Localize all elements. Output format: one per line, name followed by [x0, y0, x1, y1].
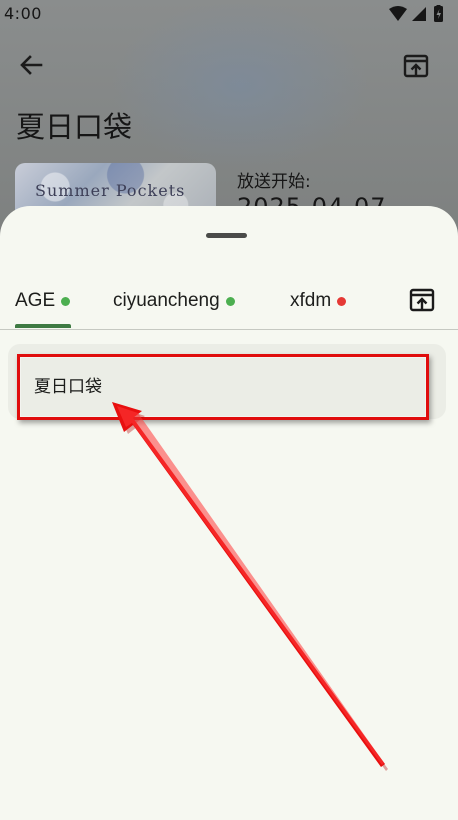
status-dot-icon	[61, 296, 71, 306]
broadcast-start-label: 放送开始:	[237, 172, 311, 192]
source-tabs: AGE ciyuancheng xfdm	[0, 272, 458, 330]
tabs-divider	[0, 329, 458, 330]
signal-icon	[412, 7, 426, 21]
tab-ciyuancheng[interactable]: ciyuancheng	[113, 272, 235, 330]
battery-icon	[434, 5, 443, 22]
tab-label: AGE	[15, 290, 56, 311]
tab-label: ciyuancheng	[113, 290, 220, 311]
drag-handle[interactable]	[206, 233, 247, 238]
status-dot-icon	[225, 296, 235, 306]
cover-logo-text: Summer Pockets	[35, 181, 186, 200]
status-bar: 4:00	[0, 0, 458, 30]
status-dot-icon	[337, 296, 347, 306]
tab-xfdm[interactable]: xfdm	[290, 272, 347, 330]
arrow-back-icon[interactable]	[14, 48, 48, 82]
wifi-icon	[389, 6, 407, 21]
open-in-browser-icon[interactable]	[408, 286, 436, 314]
search-result-item[interactable]: 夏日口袋	[8, 344, 446, 419]
tab-label: xfdm	[290, 290, 332, 311]
status-time: 4:00	[4, 4, 42, 23]
open-in-browser-icon[interactable]	[402, 52, 430, 80]
result-title: 夏日口袋	[34, 377, 102, 397]
status-icons	[389, 5, 443, 22]
tab-age[interactable]: AGE	[15, 272, 71, 330]
page-title: 夏日口袋	[16, 110, 133, 144]
source-bottom-sheet: AGE ciyuancheng xfdm 夏日口袋	[0, 206, 458, 820]
top-app-bar	[0, 40, 458, 96]
active-tab-indicator	[15, 324, 71, 328]
